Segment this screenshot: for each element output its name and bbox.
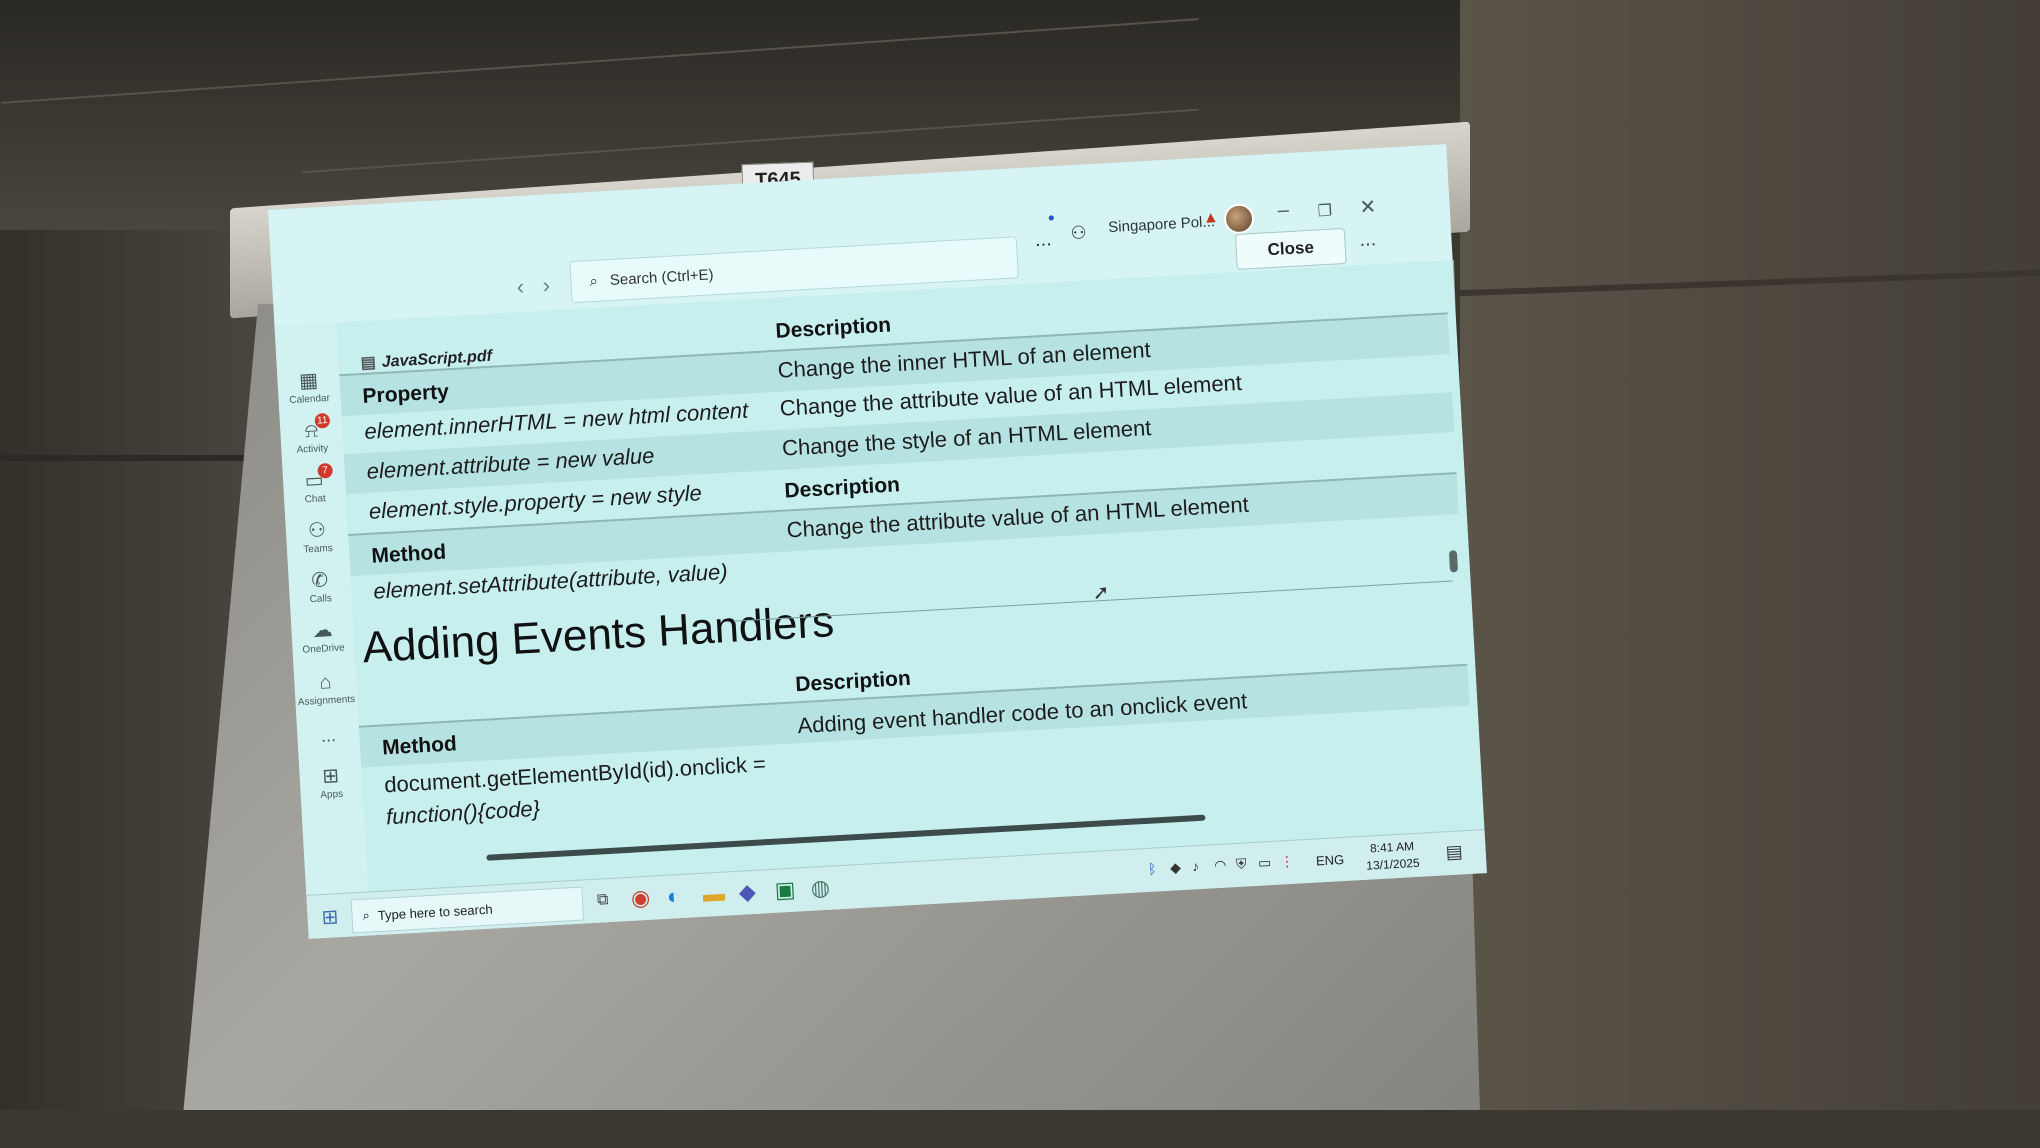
teams-icon: ⚇ bbox=[307, 519, 327, 543]
windows-start-icon[interactable]: ⊞ bbox=[321, 904, 339, 930]
power-icon[interactable]: ⋮ bbox=[1280, 853, 1295, 871]
rail-item-activity[interactable]: ⍾ 11 Activity bbox=[280, 412, 344, 456]
chat-badge: 7 bbox=[317, 462, 334, 479]
rail-item-calls[interactable]: ✆ Calls bbox=[288, 568, 352, 606]
more-icon: ... bbox=[320, 725, 337, 746]
rail-label: Apps bbox=[320, 788, 344, 801]
rail-label: Assignments bbox=[297, 693, 356, 709]
rail-item-calendar[interactable]: ▦ Calendar bbox=[277, 368, 341, 406]
task-view-icon[interactable]: ⧉ bbox=[597, 891, 609, 910]
activity-badge: 11 bbox=[314, 412, 331, 429]
cloud-icon: ☁ bbox=[311, 619, 334, 643]
phone-icon: ✆ bbox=[310, 569, 329, 593]
description-header: Description bbox=[783, 473, 901, 503]
wifi-icon[interactable]: ◠ bbox=[1214, 857, 1227, 875]
rail-label: OneDrive bbox=[302, 642, 345, 656]
close-file-button[interactable]: Close bbox=[1234, 227, 1347, 271]
security-icon[interactable]: ⛨ bbox=[1236, 855, 1247, 873]
rail-label: Chat bbox=[304, 493, 327, 506]
description-header: Description bbox=[774, 313, 892, 343]
rail-item-more[interactable]: ... bbox=[297, 722, 360, 748]
vertical-scrollbar[interactable] bbox=[1448, 550, 1459, 573]
wall-right bbox=[1460, 0, 2040, 1148]
bell-icon: ⍾ 11 bbox=[280, 412, 343, 443]
edge-icon[interactable]: ◐ bbox=[666, 883, 681, 910]
description-header: Description bbox=[794, 666, 912, 697]
rail-label: Calls bbox=[309, 593, 333, 606]
window-close-button[interactable]: ✕ bbox=[1359, 194, 1377, 220]
app-icon[interactable]: ◍ bbox=[810, 875, 831, 902]
method-header: Method bbox=[381, 732, 458, 760]
clock[interactable]: 8:41 AM 13/1/2025 bbox=[1365, 838, 1420, 875]
titlebar-more-button[interactable]: ... bbox=[1034, 228, 1052, 252]
clock-date: 13/1/2025 bbox=[1365, 855, 1421, 873]
language-indicator[interactable]: ENG bbox=[1316, 852, 1345, 869]
organization-name[interactable]: Singapore Pol... bbox=[1108, 213, 1216, 236]
back-button[interactable]: ‹ bbox=[516, 274, 525, 300]
calendar-icon: ▦ bbox=[298, 369, 319, 393]
search-placeholder: Search (Ctrl+E) bbox=[609, 265, 714, 289]
rail-item-onedrive[interactable]: ☁ OneDrive bbox=[291, 618, 355, 656]
rail-item-chat[interactable]: ▭ 7 Chat bbox=[283, 462, 347, 506]
rail-label: Activity bbox=[296, 443, 329, 456]
backpack-icon: ⌂ bbox=[318, 671, 333, 694]
rail-item-apps[interactable]: ⊞ Apps bbox=[299, 764, 363, 802]
wall-seam bbox=[0, 455, 260, 461]
rail-label: Calendar bbox=[289, 392, 331, 407]
property-header: Property bbox=[361, 380, 450, 408]
minimize-button[interactable]: – bbox=[1277, 199, 1289, 223]
status-dot-icon: ● bbox=[1047, 210, 1056, 225]
chat-icon: ▭ 7 bbox=[283, 462, 346, 493]
search-icon: ⌕ bbox=[362, 907, 371, 923]
table-cell-code: function(){code} bbox=[385, 795, 541, 830]
avatar[interactable] bbox=[1223, 202, 1255, 235]
excel-icon[interactable]: ▣ bbox=[774, 877, 796, 904]
chrome-icon[interactable]: ◉ bbox=[630, 885, 651, 912]
forward-button[interactable]: › bbox=[542, 272, 551, 298]
warning-icon[interactable]: ▲ bbox=[1202, 209, 1219, 228]
taskbar-search-placeholder: Type here to search bbox=[377, 901, 493, 923]
people-icon[interactable]: ⚇ bbox=[1070, 222, 1087, 244]
teams-taskbar-icon[interactable]: ◆ bbox=[738, 879, 756, 906]
more-options-button[interactable]: ... bbox=[1359, 228, 1377, 252]
pdf-viewer[interactable]: ▤ JavaScript.pdf Description Property Cha… bbox=[336, 260, 1484, 892]
volume-icon[interactable]: ♪ bbox=[1192, 858, 1200, 874]
teams-tray-icon[interactable]: ◆ bbox=[1170, 859, 1182, 877]
add-app-icon: ⊞ bbox=[321, 764, 340, 788]
teams-window: ‹ › ⌕ Search (Ctrl+E) ... ● ⚇ Singapore … bbox=[268, 144, 1487, 939]
rail-item-assignments[interactable]: ⌂ Assignments bbox=[294, 670, 358, 708]
method-header: Method bbox=[370, 540, 447, 568]
lower-wall bbox=[0, 1110, 2040, 1148]
restore-button[interactable]: ❐ bbox=[1317, 201, 1332, 222]
search-icon: ⌕ bbox=[588, 272, 599, 290]
battery-icon[interactable]: ▭ bbox=[1258, 854, 1272, 872]
rail-item-teams[interactable]: ⚇ Teams bbox=[285, 518, 349, 556]
rail-label: Teams bbox=[302, 542, 334, 556]
file-explorer-icon[interactable]: ▬ bbox=[702, 881, 725, 908]
mouse-cursor-icon: ➚ bbox=[1092, 581, 1111, 605]
notification-icon[interactable]: ▤ bbox=[1445, 841, 1463, 863]
bluetooth-icon[interactable]: ᛒ bbox=[1148, 860, 1157, 876]
